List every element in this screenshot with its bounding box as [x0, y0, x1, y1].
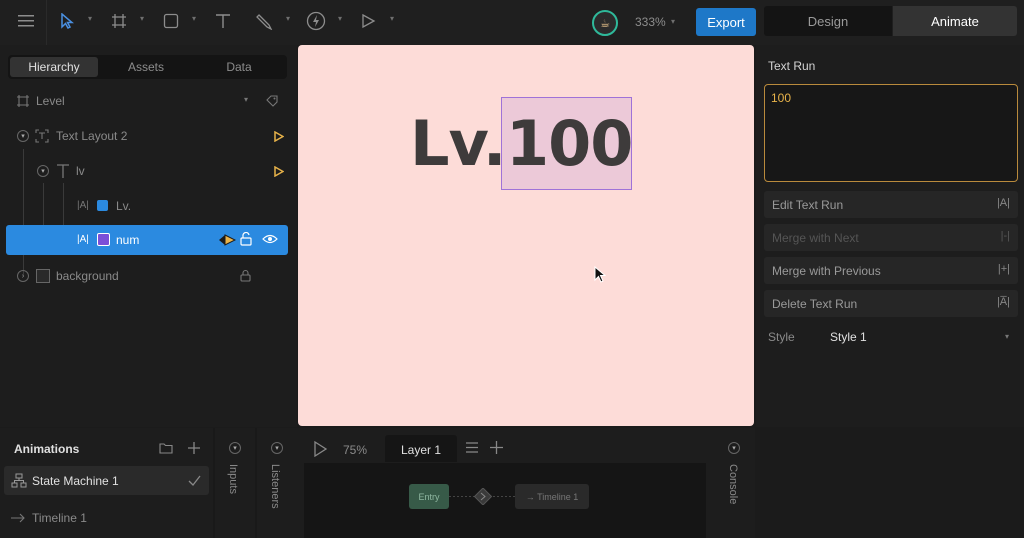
eye-icon[interactable] — [262, 233, 278, 245]
timeline-icon — [11, 513, 25, 523]
canvas[interactable]: Lv. 100 — [297, 45, 756, 427]
delete-icon: |A̅| — [996, 296, 1010, 308]
chevron-down-icon[interactable]: ▾ — [140, 14, 144, 23]
merge-icon: |+| — [997, 263, 1010, 275]
list-item-timeline[interactable]: Timeline 1 — [32, 511, 87, 525]
lock-icon[interactable] — [240, 269, 251, 282]
add-icon[interactable] — [490, 441, 503, 454]
listeners-panel[interactable]: ▾ Listeners — [257, 428, 297, 538]
list-icon[interactable] — [466, 442, 478, 453]
merge-next-button[interactable]: Merge with Next |-| — [764, 224, 1018, 251]
color-swatch[interactable] — [97, 200, 108, 211]
keyframe-icon[interactable] — [274, 131, 284, 142]
merge-previous-button[interactable]: Merge with Previous |+| — [764, 257, 1018, 284]
cursor-icon — [594, 266, 606, 283]
state-machine-icon — [11, 473, 27, 488]
graph-zoom[interactable]: 75% — [343, 443, 367, 457]
text-icon — [57, 164, 69, 178]
top-toolbar: ▾ ▾ ▾ ▾ ▾ ▾ ☕ 333% ▾ Export Design Anima… — [0, 0, 1024, 45]
select-icon[interactable] — [56, 10, 78, 32]
rect-icon — [36, 269, 50, 283]
chevron-down-icon[interactable]: ▾ — [192, 14, 196, 23]
text-run-icon: |A| — [996, 197, 1010, 209]
inspector-panel: Text Run 100 Edit Text Run |A| Merge wit… — [756, 45, 1024, 427]
tab-data[interactable]: Data — [194, 57, 284, 77]
state-machine-graph[interactable]: 75% Layer 1 Entry → Timeline 1 — [297, 428, 713, 538]
artboard[interactable]: Lv. 100 — [298, 45, 754, 426]
num-text-selection[interactable]: 100 — [501, 97, 633, 190]
list-item[interactable]: ▾ Text Layout 2 — [0, 121, 297, 151]
lv-text[interactable]: Lv. — [410, 107, 506, 180]
style-select[interactable]: Style 1 — [830, 330, 867, 344]
inputs-panel[interactable]: ▾ Inputs — [215, 428, 255, 538]
tab-assets[interactable]: Assets — [102, 57, 190, 77]
delete-text-run-button[interactable]: Delete Text Run |A̅| — [764, 290, 1018, 317]
bottom-panel: Animations State Machine 1 Timeline 1 ▾ … — [0, 428, 1024, 538]
text-run-icon: |A| — [77, 234, 89, 245]
tab-design[interactable]: Design — [764, 6, 892, 36]
export-button[interactable]: Export — [696, 8, 756, 36]
entry-node[interactable]: Entry — [409, 484, 449, 509]
hierarchy-panel: Hierarchy Assets Data Level ▾ ▾ Text Lay… — [0, 45, 297, 427]
text-icon[interactable] — [212, 10, 234, 32]
console-panel[interactable]: ▾ Console — [713, 428, 755, 538]
color-swatch[interactable] — [97, 233, 110, 246]
list-item[interactable]: |A| Lv. — [0, 191, 297, 221]
unlock-icon[interactable] — [240, 232, 252, 246]
chevron-down-icon[interactable]: ▾ — [88, 14, 92, 23]
artboard-row[interactable]: Level ▾ — [0, 86, 297, 116]
chevron-down-icon[interactable]: ▾ — [338, 14, 342, 23]
keyframe-icon[interactable] — [218, 234, 236, 246]
frame-icon[interactable] — [108, 10, 130, 32]
check-icon — [188, 475, 201, 486]
animations-title: Animations — [14, 442, 80, 456]
zoom-level[interactable]: 333% — [635, 15, 666, 29]
chevron-down-icon[interactable]: ▾ — [271, 442, 283, 454]
bone-icon[interactable] — [305, 10, 327, 32]
keyframe-icon[interactable] — [274, 166, 284, 177]
chevron-down-icon[interactable]: ▾ — [1005, 332, 1009, 341]
chevron-right-icon[interactable]: › — [17, 270, 29, 282]
list-item[interactable]: ▾ lv — [0, 156, 297, 186]
play-icon[interactable] — [313, 441, 327, 457]
folder-icon[interactable] — [159, 442, 173, 454]
frame-icon — [17, 95, 29, 107]
list-item-state-machine[interactable]: State Machine 1 — [4, 466, 209, 495]
list-item[interactable]: › background — [0, 261, 297, 291]
list-item-selected[interactable]: |A| num — [6, 225, 288, 255]
avatar[interactable]: ☕ — [592, 10, 618, 36]
add-icon[interactable] — [187, 441, 201, 455]
shape-icon[interactable] — [160, 10, 182, 32]
chevron-down-icon[interactable]: ▾ — [37, 165, 49, 177]
play-icon[interactable] — [357, 10, 379, 32]
chevron-down-icon[interactable]: ▾ — [671, 17, 675, 26]
merge-icon: |-| — [1000, 230, 1010, 242]
pen-icon[interactable] — [254, 10, 276, 32]
text-run-input[interactable]: 100 — [764, 84, 1018, 182]
chevron-down-icon[interactable]: ▾ — [286, 14, 290, 23]
num-text[interactable]: 100 — [506, 107, 633, 180]
chevron-down-icon[interactable]: ▾ — [229, 442, 241, 454]
chevron-down-icon[interactable]: ▾ — [17, 130, 29, 142]
transition-arrow[interactable] — [449, 488, 515, 505]
tab-layer[interactable]: Layer 1 — [385, 435, 457, 462]
text-run-icon: |A| — [77, 200, 89, 211]
panel-title: Text Run — [768, 59, 816, 73]
animations-panel: Animations State Machine 1 Timeline 1 — [0, 428, 213, 538]
chevron-down-icon[interactable]: ▾ — [728, 442, 740, 454]
tab-animate[interactable]: Animate — [893, 6, 1017, 36]
artboard-name: Level — [36, 94, 65, 108]
panel-tabs: Hierarchy Assets Data — [8, 55, 287, 79]
style-label: Style — [768, 330, 795, 344]
chevron-down-icon[interactable]: ▾ — [244, 95, 248, 104]
text-layout-icon — [35, 129, 49, 143]
timeline-node[interactable]: → Timeline 1 — [515, 484, 589, 509]
bottom-right-area — [755, 428, 1024, 538]
edit-text-run-button[interactable]: Edit Text Run |A| — [764, 191, 1018, 218]
menu-icon[interactable] — [15, 10, 37, 32]
chevron-down-icon[interactable]: ▾ — [390, 14, 394, 23]
tag-icon[interactable] — [265, 94, 279, 108]
tab-hierarchy[interactable]: Hierarchy — [10, 57, 98, 77]
